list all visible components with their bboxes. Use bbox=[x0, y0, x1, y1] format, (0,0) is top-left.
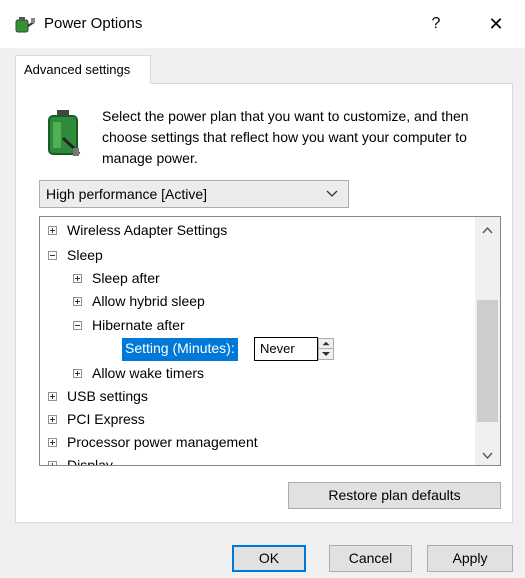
window-title: Power Options bbox=[44, 15, 143, 32]
tree-item-display[interactable]: Display bbox=[48, 454, 113, 466]
scrollbar-thumb[interactable] bbox=[477, 300, 498, 422]
tree-item-label: PCI Express bbox=[67, 411, 145, 427]
power-options-icon bbox=[15, 17, 35, 33]
power-plan-dropdown[interactable]: High performance [Active] bbox=[39, 180, 349, 208]
battery-plug-icon bbox=[48, 110, 81, 156]
scroll-up-icon[interactable] bbox=[475, 220, 500, 240]
tree-item-pci-express[interactable]: PCI Express bbox=[48, 408, 145, 431]
tree-item-label: Allow hybrid sleep bbox=[92, 293, 205, 309]
tree-item-label: Sleep after bbox=[92, 270, 160, 286]
tree-item-processor-power[interactable]: Processor power management bbox=[48, 431, 258, 454]
expand-icon[interactable] bbox=[48, 460, 57, 465]
tab-advanced-settings[interactable]: Advanced settings bbox=[15, 55, 151, 84]
restore-plan-defaults-button[interactable]: Restore plan defaults bbox=[288, 482, 501, 509]
chevron-down-icon bbox=[326, 190, 338, 197]
help-button[interactable]: ? bbox=[412, 6, 460, 42]
stepper-up-icon[interactable] bbox=[319, 339, 333, 349]
tree-item-label: Display bbox=[67, 457, 113, 466]
expand-icon[interactable] bbox=[48, 225, 57, 235]
tree-item-hibernate-after[interactable]: Hibernate after bbox=[73, 314, 185, 337]
ok-button[interactable]: OK bbox=[232, 545, 306, 572]
tree-item-sleep-after[interactable]: Sleep after bbox=[73, 267, 160, 290]
setting-minutes-label[interactable]: Setting (Minutes): bbox=[122, 338, 238, 361]
plan-description: Select the power plan that you want to c… bbox=[102, 108, 469, 166]
title-bar: Power Options ? ✕ bbox=[0, 0, 525, 48]
tree-item-label: Processor power management bbox=[67, 434, 258, 450]
tree-item-label: USB settings bbox=[67, 388, 148, 404]
tree-item-wake-timers[interactable]: Allow wake timers bbox=[73, 362, 204, 385]
tree-item-hybrid-sleep[interactable]: Allow hybrid sleep bbox=[73, 290, 205, 313]
tree-item-label: Hibernate after bbox=[92, 317, 185, 333]
tree-item-label: Wireless Adapter Settings bbox=[67, 222, 228, 238]
expand-icon[interactable] bbox=[48, 414, 57, 424]
scroll-down-icon[interactable] bbox=[475, 446, 500, 466]
expand-icon[interactable] bbox=[73, 368, 82, 378]
tree-item-usb-settings[interactable]: USB settings bbox=[48, 385, 148, 408]
expand-icon[interactable] bbox=[48, 437, 57, 447]
expand-icon[interactable] bbox=[48, 391, 57, 401]
expand-icon[interactable] bbox=[73, 296, 82, 306]
power-plan-selected: High performance [Active] bbox=[46, 186, 208, 202]
apply-button[interactable]: Apply bbox=[427, 545, 513, 572]
tree-item-label: Sleep bbox=[67, 247, 103, 263]
tree-item-label: Allow wake timers bbox=[92, 365, 205, 381]
collapse-icon[interactable] bbox=[48, 250, 57, 260]
setting-minutes-input[interactable]: Never bbox=[254, 337, 318, 361]
tree-item-wireless-adapter[interactable]: Wireless Adapter Settings bbox=[48, 219, 227, 242]
close-button[interactable]: ✕ bbox=[472, 6, 520, 42]
setting-minutes-stepper[interactable] bbox=[318, 338, 334, 360]
expand-icon[interactable] bbox=[73, 273, 82, 283]
tree-item-sleep[interactable]: Sleep bbox=[48, 244, 103, 267]
collapse-icon[interactable] bbox=[73, 320, 82, 330]
cancel-button[interactable]: Cancel bbox=[329, 545, 412, 572]
stepper-down-icon[interactable] bbox=[319, 349, 333, 359]
